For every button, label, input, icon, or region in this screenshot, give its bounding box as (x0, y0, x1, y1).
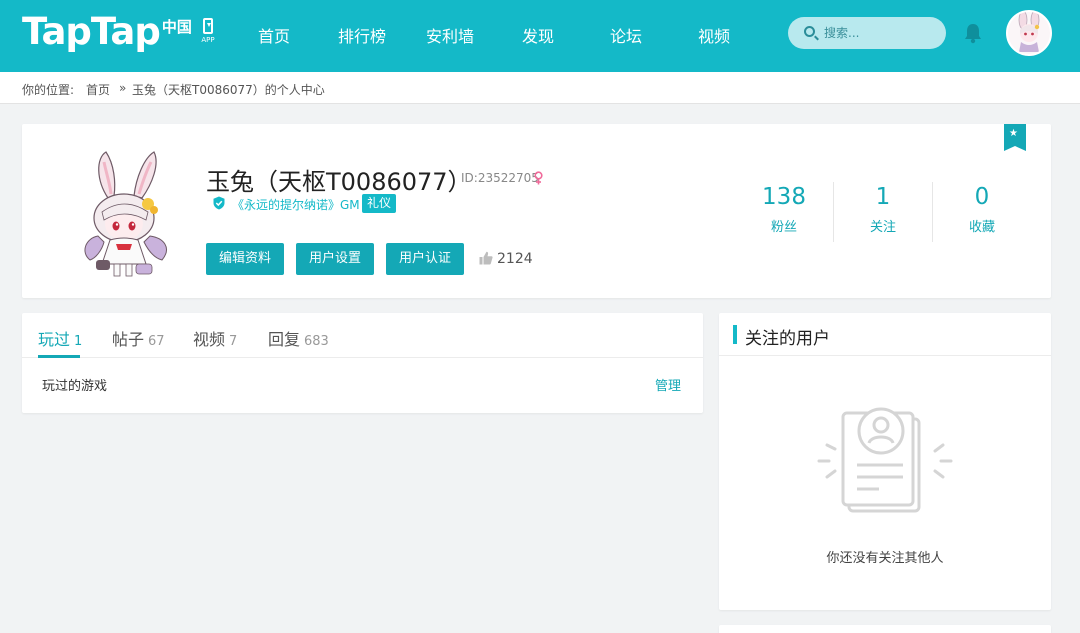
activity-tabs: 玩过 1 帖子 67 视频 7 回复 683 (22, 313, 703, 358)
played-games-heading: 玩过的游戏 (42, 379, 108, 394)
user-avatar[interactable] (1006, 10, 1052, 56)
nav-home[interactable]: 首页 (258, 23, 290, 47)
breadcrumb-separator: » (119, 81, 127, 95)
taptap-logo[interactable]: TapTap 中国 (22, 12, 192, 52)
tab-posts-label: 帖子 (112, 330, 145, 349)
search-box[interactable] (788, 17, 946, 49)
stat-following-number: 1 (875, 184, 891, 210)
likes-number: 2124 (497, 251, 533, 267)
app-label: APP (201, 36, 215, 44)
tab-replies-label: 回复 (268, 330, 301, 349)
nav-video[interactable]: 视频 (698, 23, 730, 47)
stat-fans[interactable]: 138 粉丝 (735, 184, 833, 235)
next-card-partial (719, 625, 1051, 633)
profile-card: 玉兔（天枢T0086077） ID:23522705 《永远的提尔纳诺》GM 礼… (22, 124, 1051, 298)
tab-videos-label: 视频 (193, 330, 226, 349)
nav-recommend-wall[interactable]: 安利墙 (426, 23, 474, 47)
star-icon: ★ (1009, 128, 1018, 139)
stat-favorites-label: 收藏 (968, 220, 995, 235)
manage-link[interactable]: 管理 (655, 375, 681, 394)
breadcrumb: 你的位置: 首页 » 玉兔（天枢T0086077）的个人中心 (0, 72, 1080, 104)
tab-videos[interactable]: 视频 7 (193, 326, 237, 350)
nav-ranking[interactable]: 排行榜 (338, 23, 386, 47)
empty-user-list-icon (817, 407, 953, 513)
logo-text: TapTap (22, 10, 161, 53)
tab-played-label: 玩过 (38, 330, 71, 349)
female-icon (534, 171, 543, 185)
breadcrumb-prefix: 你的位置: (22, 83, 75, 97)
search-icon (804, 26, 815, 37)
thumbs-up-icon (479, 251, 493, 265)
active-tab-indicator (38, 355, 80, 358)
bell-icon[interactable] (963, 22, 983, 44)
user-settings-button[interactable]: 用户设置 (296, 243, 375, 275)
tab-replies[interactable]: 回复 683 (268, 326, 329, 350)
section-accent-bar (733, 325, 737, 344)
tab-played[interactable]: 玩过 1 (38, 326, 82, 350)
profile-avatar-image (56, 140, 186, 280)
stat-favorites-number: 0 (974, 184, 990, 210)
breadcrumb-home-link[interactable]: 首页 (86, 81, 110, 98)
user-verify-button[interactable]: 用户认证 (386, 243, 465, 275)
tab-videos-count: 7 (229, 334, 238, 349)
stat-following[interactable]: 1 关注 (834, 184, 932, 235)
app-download-link[interactable]: APP (198, 18, 218, 48)
profile-id: ID:23522705 (461, 171, 539, 185)
stat-fans-label: 粉丝 (770, 220, 797, 235)
stat-fans-number: 138 (762, 184, 806, 210)
verified-badge-icon (213, 196, 225, 210)
search-input[interactable] (824, 24, 934, 42)
tab-posts[interactable]: 帖子 67 (112, 326, 165, 350)
following-header: 关注的用户 (719, 313, 1051, 356)
nav-forum[interactable]: 论坛 (610, 23, 642, 47)
role-tag: 礼仪 (362, 194, 397, 213)
following-title: 关注的用户 (745, 329, 830, 349)
breadcrumb-current: 玉兔（天枢T0086077）的个人中心 (132, 83, 325, 97)
tab-played-count: 1 (74, 334, 83, 349)
gm-title[interactable]: 《永远的提尔纳诺》GM (232, 196, 360, 213)
logo-region: 中国 (161, 18, 192, 36)
empty-following-message: 你还没有关注其他人 (826, 551, 944, 566)
profile-username: 玉兔（天枢T0086077） (206, 168, 472, 196)
stat-following-label: 关注 (869, 220, 896, 235)
activity-card: 玩过 1 帖子 67 视频 7 回复 683 玩过的游戏 管理 (22, 313, 703, 413)
ribbon-badge: ★ (1004, 124, 1026, 151)
following-users-card: 关注的用户 你还没有关注其他人 (719, 313, 1051, 610)
tab-replies-count: 683 (304, 334, 329, 349)
likes-count: 2124 (479, 251, 533, 267)
edit-profile-button[interactable]: 编辑资料 (206, 243, 285, 275)
tab-posts-count: 67 (148, 334, 165, 349)
top-navbar: TapTap 中国 APP 首页 排行榜 安利墙 发现 论坛 视频 (0, 0, 1080, 72)
phone-download-icon (203, 18, 213, 34)
stat-favorites[interactable]: 0 收藏 (933, 184, 1031, 235)
nav-discover[interactable]: 发现 (522, 23, 554, 47)
